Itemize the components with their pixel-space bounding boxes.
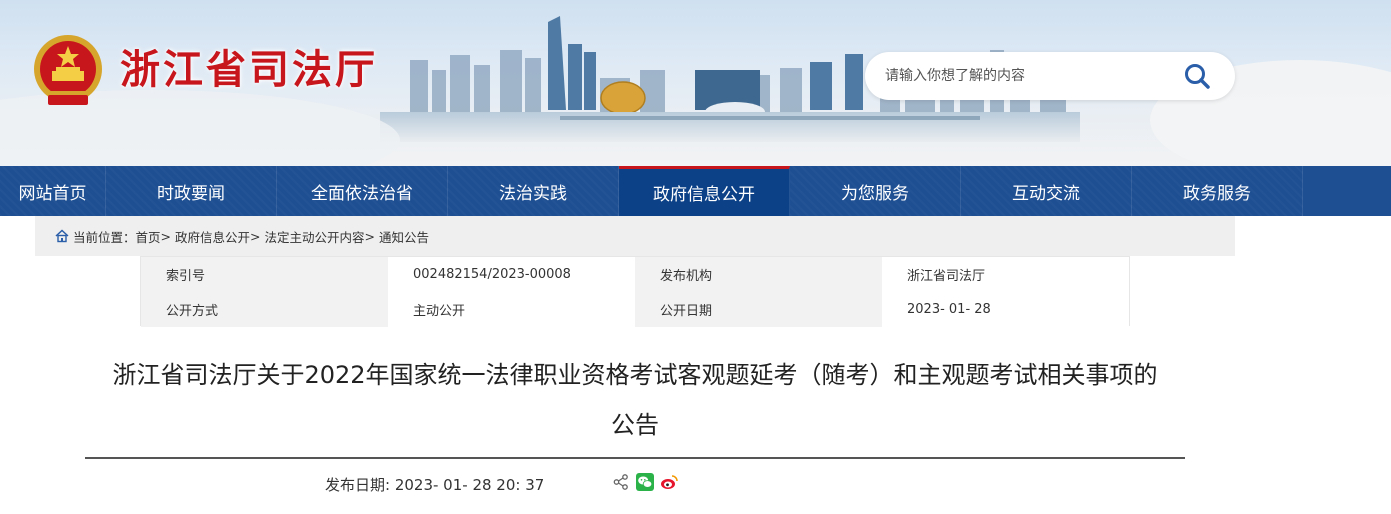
breadcrumb: 当前位置： 首页 > 政府信息公开 > 法定主动公开内容 > 通知公告 [35,216,1235,256]
disclosure-method-value: 主动公开 [388,292,635,327]
search-input[interactable] [885,64,1175,88]
search-icon[interactable] [1183,62,1213,90]
breadcrumb-item-notices[interactable]: 通知公告 [379,227,429,246]
meta-row: 索引号 002482154/2023-00008 发布机构 浙江省司法厅 [141,257,1129,292]
document-meta-table: 索引号 002482154/2023-00008 发布机构 浙江省司法厅 公开方… [140,256,1130,327]
nav-item-law-practice[interactable]: 法治实践 [448,166,619,216]
nav-item-gov-services[interactable]: 政务服务 [1132,166,1303,216]
weibo-icon[interactable] [660,473,678,491]
nav-item-interaction[interactable]: 互动交流 [961,166,1132,216]
breadcrumb-separator: > [250,228,261,244]
nav-item-home[interactable]: 网站首页 [0,166,106,216]
publish-date: 发布日期: 2023- 01- 28 20: 37 [325,474,544,495]
disclosure-method-label: 公开方式 [141,292,388,327]
title-divider [85,457,1185,459]
publish-date-label: 发布日期: [325,476,395,494]
disclosure-date-label: 公开日期 [635,292,882,327]
publishing-org-value: 浙江省司法厅 [882,257,1129,292]
breadcrumb-separator: > [160,228,172,244]
index-number-value: 002482154/2023-00008 [388,257,635,292]
share-bar [612,473,678,491]
nav-item-news[interactable]: 时政要闻 [106,166,277,216]
breadcrumb-prefix: 当前位置： [73,229,136,245]
nav-item-services[interactable]: 为您服务 [790,166,961,216]
nav-item-rule-of-law[interactable]: 全面依法治省 [277,166,448,216]
article-title-line2: 公告 [611,411,659,439]
share-icon[interactable] [612,473,630,491]
header-banner: 浙江省司法厅 [0,0,1391,166]
publish-date-value: 2023- 01- 28 20: 37 [394,476,545,494]
disclosure-date-value: 2023- 01- 28 [882,292,1129,327]
main-nav: 网站首页 时政要闻 全面依法治省 法治实践 政府信息公开 为您服务 互动交流 政… [0,166,1391,216]
site-title[interactable]: 浙江省司法厅 [120,40,378,100]
breadcrumb-item-statutory-content[interactable]: 法定主动公开内容 [264,227,364,246]
home-icon [55,229,69,243]
publishing-org-label: 发布机构 [635,257,882,292]
breadcrumb-item-home[interactable]: 首页 [136,227,161,246]
article-title-line1: 浙江省司法厅关于2022年国家统一法律职业资格考试客观题延考（随考）和主观题考试… [112,361,1158,389]
wechat-icon[interactable] [636,473,654,491]
search-box [865,52,1235,100]
article-title: 浙江省司法厅关于2022年国家统一法律职业资格考试客观题延考（随考）和主观题考试… [85,350,1185,450]
national-emblem-icon [34,35,102,105]
breadcrumb-item-info-disclosure[interactable]: 政府信息公开 [175,227,250,246]
breadcrumb-separator: > [364,228,375,244]
nav-item-info-disclosure[interactable]: 政府信息公开 [619,166,790,216]
index-number-label: 索引号 [141,257,388,292]
meta-row: 公开方式 主动公开 公开日期 2023- 01- 28 [141,292,1129,327]
